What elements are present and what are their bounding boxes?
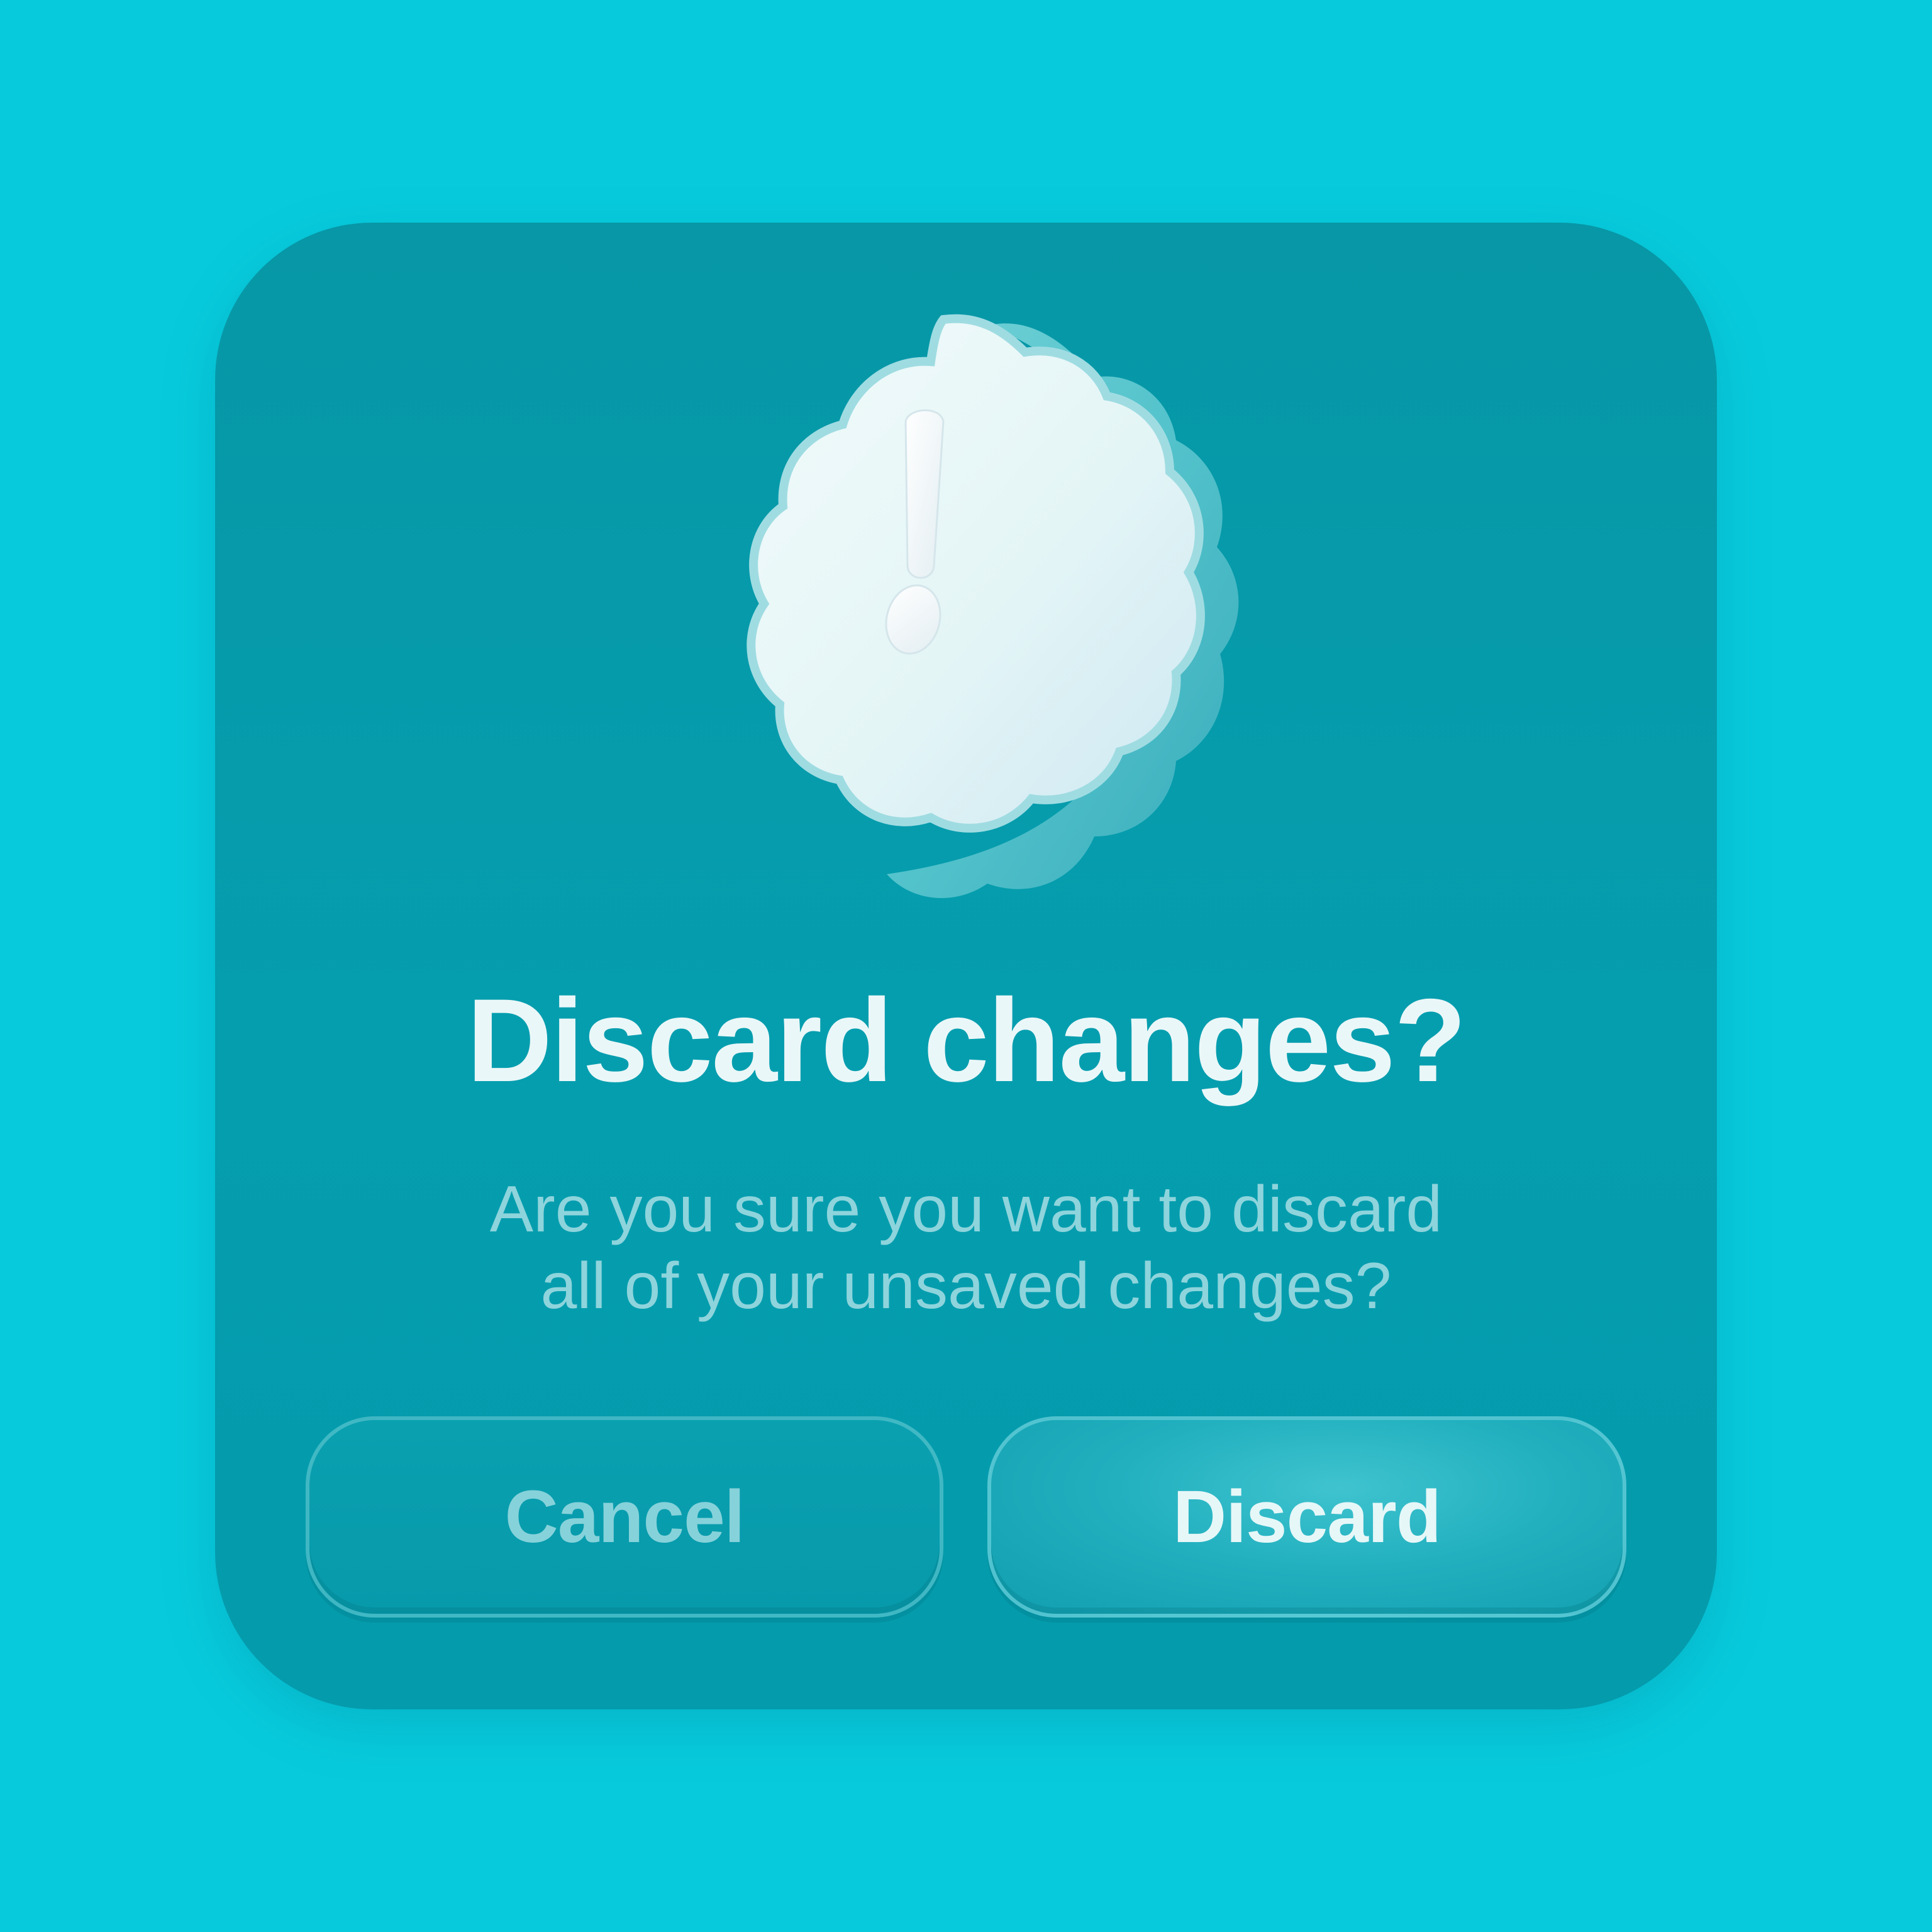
dialog-title: Discard changes? xyxy=(467,974,1466,1106)
dialog-message: Are you sure you want to discard all of … xyxy=(215,1171,1717,1324)
discard-button-label: Discard xyxy=(1173,1475,1441,1558)
discard-button[interactable]: Discard xyxy=(987,1416,1626,1618)
cancel-button[interactable]: Cancel xyxy=(306,1416,943,1618)
exclamation-badge-icon xyxy=(692,302,1245,931)
screen-background: Discard changes? Are you sure you want t… xyxy=(0,0,1932,1932)
dialog-message-line-1: Are you sure you want to discard xyxy=(489,1173,1443,1246)
dialog-message-line-2: all of your unsaved changes? xyxy=(540,1250,1392,1323)
cancel-button-label: Cancel xyxy=(504,1475,745,1558)
